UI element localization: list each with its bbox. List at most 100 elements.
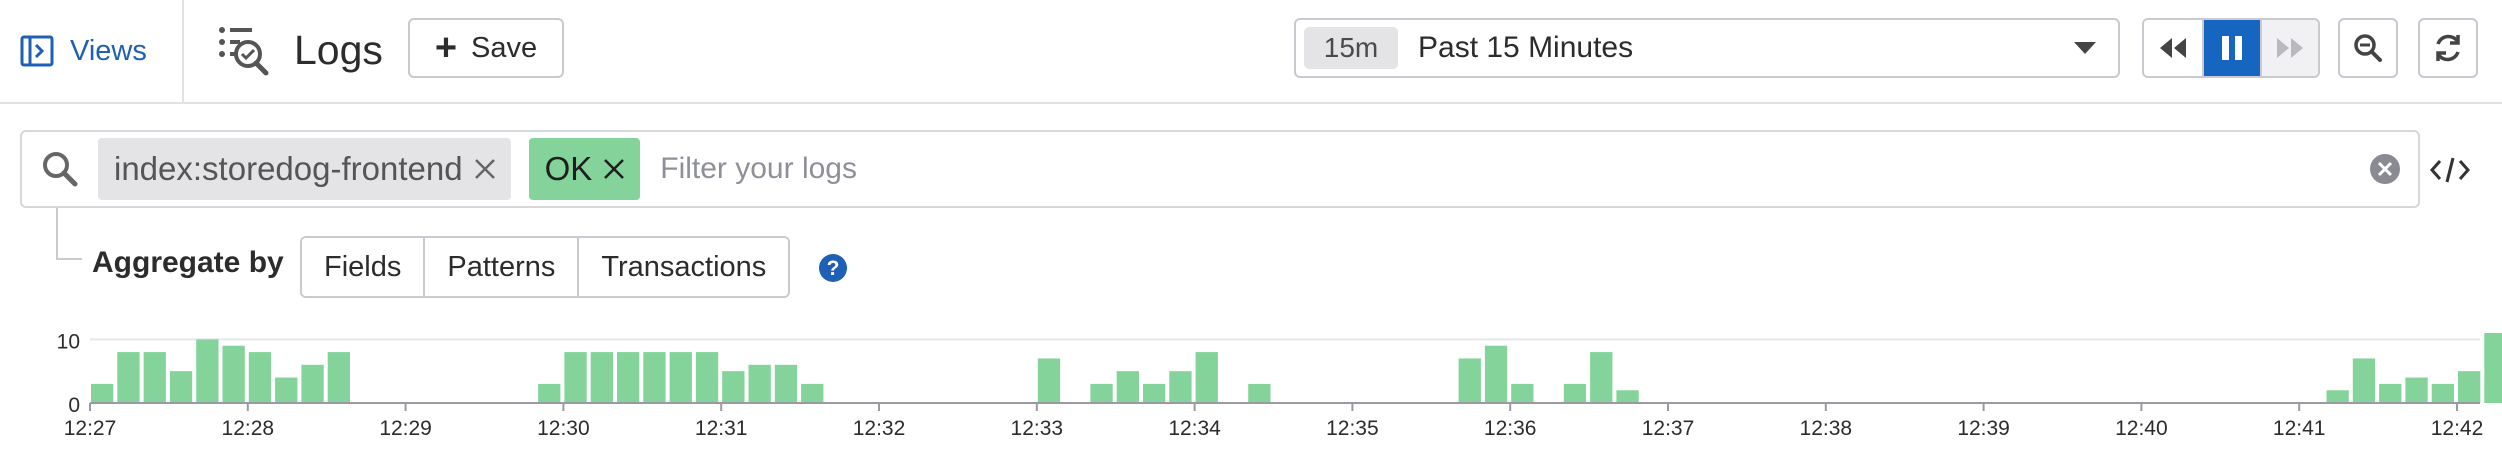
histogram-bar[interactable] — [2431, 383, 2454, 403]
save-label: Save — [471, 31, 538, 64]
remove-filter-icon[interactable] — [473, 157, 497, 181]
histogram-bar[interactable] — [1616, 390, 1639, 403]
histogram-bar[interactable] — [2352, 358, 2376, 403]
histogram-bar[interactable] — [196, 339, 219, 403]
histogram-bar[interactable] — [2484, 333, 2502, 403]
x-tick-label: 12:33 — [1011, 417, 1064, 440]
aggregate-fields-button[interactable]: Fields — [302, 238, 424, 296]
x-tick-label: 12:32 — [853, 417, 906, 440]
x-tick-label: 12:27 — [64, 417, 117, 440]
views-label: Views — [70, 34, 147, 67]
aggregate-options: Fields Patterns Transactions — [300, 236, 791, 298]
rewind-button[interactable] — [2144, 20, 2202, 76]
histogram-bar[interactable] — [669, 352, 692, 403]
aggregate-patterns-button[interactable]: Patterns — [423, 238, 578, 296]
y-tick-label: 0 — [68, 394, 80, 417]
x-tick-label: 12:29 — [379, 417, 432, 440]
fast-forward-button[interactable] — [2260, 20, 2318, 76]
histogram-bar[interactable] — [617, 352, 640, 403]
histogram-bar[interactable] — [2458, 371, 2481, 403]
histogram-bar[interactable] — [722, 371, 745, 403]
histogram-bar[interactable] — [327, 352, 350, 403]
log-filter-input[interactable] — [658, 139, 2368, 199]
index-filter-chip[interactable]: index:storedog-frontend — [98, 138, 511, 200]
histogram-bar[interactable] — [301, 364, 324, 403]
refresh-icon — [2436, 34, 2460, 62]
search-icon — [43, 152, 78, 187]
log-volume-histogram[interactable]: 0 10 12:27 12:28 12:29 12:30 12:31 12:32 12:33 12… — [0, 330, 2502, 455]
histogram-bar[interactable] — [643, 352, 666, 403]
zoom-out-button[interactable] — [2338, 18, 2398, 78]
x-tick-label: 12:38 — [1800, 417, 1853, 440]
code-view-toggle[interactable] — [2428, 150, 2472, 190]
x-tick-label: 12:30 — [537, 417, 590, 440]
pause-button[interactable] — [2202, 20, 2260, 76]
histogram-bar[interactable] — [774, 364, 798, 403]
log-search-bar: index:storedog-frontend OK — [20, 130, 2420, 208]
histogram-bar[interactable] — [1090, 383, 1113, 403]
x-tick-label: 12:34 — [1168, 417, 1221, 440]
histogram-bar[interactable] — [1169, 371, 1192, 403]
histogram-bar[interactable] — [1458, 358, 1481, 403]
aggregate-transactions-button[interactable]: Transactions — [577, 238, 789, 296]
histogram-bar[interactable] — [1195, 352, 1218, 403]
aggregate-by-label: Aggregate by — [92, 246, 284, 279]
refresh-button[interactable] — [2418, 18, 2478, 78]
plus-icon: + — [434, 27, 458, 69]
y-tick-label: 10 — [57, 330, 80, 353]
logs-icon — [216, 22, 272, 78]
histogram-bar[interactable] — [117, 352, 140, 403]
rewind-icon — [2160, 38, 2186, 58]
x-tick-label: 12:37 — [1642, 417, 1695, 440]
pause-icon — [2222, 36, 2242, 60]
time-range-label: Past 15 Minutes — [1418, 31, 1634, 64]
x-tick-label: 12:28 — [222, 417, 275, 440]
histogram-bar[interactable] — [1116, 371, 1139, 403]
save-button[interactable]: + Save — [408, 18, 564, 78]
playback-controls — [2142, 18, 2320, 78]
tree-connector — [56, 208, 82, 260]
histogram-bar[interactable] — [695, 352, 719, 403]
histogram-bar[interactable] — [2405, 377, 2428, 403]
histogram-bar[interactable] — [1563, 383, 1587, 403]
histogram-bar[interactable] — [1037, 358, 1061, 403]
histogram-bar[interactable] — [1511, 383, 1534, 403]
time-range-badge: 15m — [1304, 27, 1398, 69]
x-tick-label: 12:31 — [695, 417, 748, 440]
histogram-bar[interactable] — [1248, 383, 1271, 403]
x-tick-label: 12:36 — [1484, 417, 1537, 440]
x-tick-label: 12:41 — [2273, 417, 2326, 440]
histogram-bar[interactable] — [275, 377, 298, 403]
zoom-out-icon — [2354, 34, 2382, 62]
remove-filter-icon[interactable] — [602, 157, 626, 181]
histogram-bar[interactable] — [143, 352, 166, 403]
histogram-bar[interactable] — [564, 352, 587, 403]
page-title-label: Logs — [294, 26, 383, 73]
histogram-bar[interactable] — [2326, 390, 2349, 403]
histogram-bar[interactable] — [748, 364, 771, 403]
views-link[interactable]: Views — [20, 28, 147, 74]
x-tick-label: 12:40 — [2115, 417, 2168, 440]
histogram-bar[interactable] — [590, 352, 613, 403]
status-filter-chip[interactable]: OK — [528, 138, 641, 200]
x-tick-label: 12:42 — [2431, 417, 2484, 440]
histogram-bar[interactable] — [538, 383, 561, 403]
top-bar: Views Logs + Save 15m Past 15 Minutes — [0, 0, 2502, 104]
histogram-bar[interactable] — [801, 383, 824, 403]
histogram-bar[interactable] — [1143, 383, 1166, 403]
help-icon[interactable]: ? — [818, 253, 848, 283]
histogram-bar[interactable] — [222, 345, 245, 403]
index-filter-label: index:storedog-frontend — [114, 150, 463, 187]
status-filter-label: OK — [544, 150, 593, 187]
x-tick-label: 12:39 — [1957, 417, 2010, 440]
histogram-bar[interactable] — [2379, 383, 2402, 403]
views-icon — [20, 35, 54, 67]
histogram-bar[interactable] — [248, 352, 272, 403]
histogram-bar[interactable] — [91, 383, 114, 403]
x-tick-label: 12:35 — [1326, 417, 1379, 440]
time-range-picker[interactable]: 15m Past 15 Minutes — [1294, 18, 2120, 78]
histogram-bar[interactable] — [1484, 345, 1508, 403]
histogram-bar[interactable] — [1590, 352, 1613, 403]
clear-circle-icon[interactable] — [2368, 152, 2402, 186]
histogram-bar[interactable] — [169, 371, 193, 403]
